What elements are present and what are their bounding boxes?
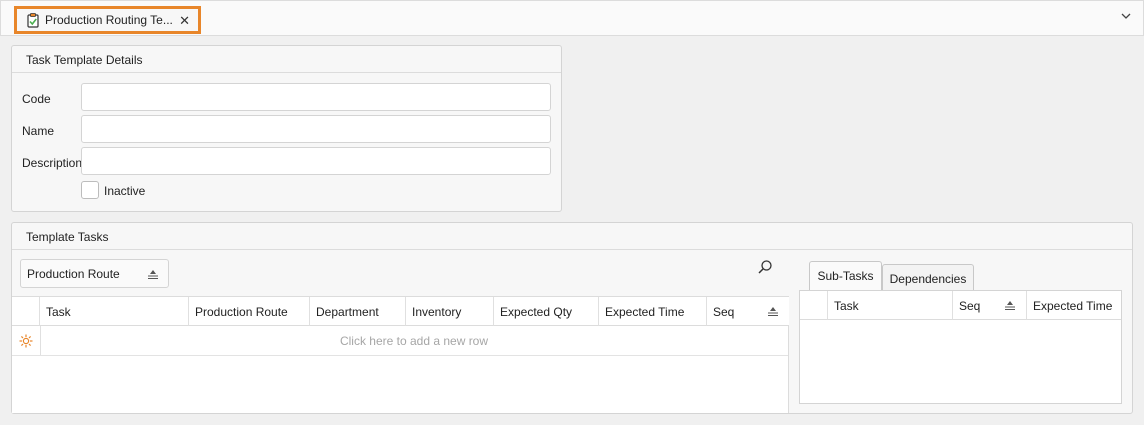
- template-tasks-header: Template Tasks: [12, 223, 1132, 250]
- group-by-production-route-button[interactable]: Production Route: [20, 259, 169, 288]
- sub-column-header-expected-time[interactable]: Expected Time: [1027, 291, 1121, 320]
- sort-ascending-icon: [767, 305, 779, 317]
- document-tab-production-routing[interactable]: Production Routing Te... ✕: [14, 6, 201, 34]
- column-header-expected-qty[interactable]: Expected Qty: [494, 297, 599, 326]
- row-indicator-header: [12, 297, 40, 326]
- sub-column-header-seq-label: Seq: [959, 299, 981, 313]
- description-label: Description: [22, 156, 83, 170]
- column-header-seq-label: Seq: [713, 305, 735, 319]
- column-header-department[interactable]: Department: [310, 297, 406, 326]
- task-template-details-group: Task Template Details Code Name Descript…: [11, 45, 562, 212]
- search-icon[interactable]: [757, 259, 773, 275]
- sub-row-indicator-header: [800, 291, 828, 320]
- code-label: Code: [22, 92, 51, 106]
- inactive-label: Inactive: [104, 184, 146, 198]
- sub-column-header-task[interactable]: Task: [828, 291, 953, 320]
- panel-splitter[interactable]: [789, 250, 797, 413]
- document-tab-title: Production Routing Te...: [45, 13, 173, 27]
- description-input[interactable]: [81, 147, 551, 175]
- column-header-production-route[interactable]: Production Route: [189, 297, 310, 326]
- column-header-task[interactable]: Task: [40, 297, 189, 326]
- task-template-details-header: Task Template Details: [12, 46, 561, 73]
- template-tasks-group: Template Tasks Production Route Task Pro…: [11, 222, 1133, 414]
- name-label: Name: [22, 124, 55, 138]
- close-icon[interactable]: ✕: [179, 13, 190, 29]
- new-row-sun-icon: [19, 334, 33, 348]
- sort-ascending-icon: [1004, 299, 1016, 311]
- sub-tasks-grid: Task Seq Expected Time: [799, 290, 1122, 404]
- clipboard-check-icon: [27, 12, 39, 28]
- column-header-seq[interactable]: Seq: [707, 297, 789, 326]
- new-item-row[interactable]: Click here to add a new row: [12, 326, 788, 356]
- sort-ascending-icon: [147, 268, 159, 280]
- new-row-hint: Click here to add a new row: [339, 334, 489, 348]
- tab-sub-tasks[interactable]: Sub-Tasks: [809, 261, 882, 291]
- tab-dependencies[interactable]: Dependencies: [882, 264, 974, 291]
- inactive-checkbox[interactable]: [81, 181, 99, 199]
- template-tasks-grid: Task Production Route Department Invento…: [12, 296, 789, 413]
- group-by-label: Production Route: [27, 266, 120, 281]
- column-header-expected-time[interactable]: Expected Time: [599, 297, 707, 326]
- chevron-down-icon[interactable]: [1118, 8, 1134, 24]
- column-header-inventory[interactable]: Inventory: [406, 297, 494, 326]
- sub-column-header-seq[interactable]: Seq: [953, 291, 1027, 320]
- code-input[interactable]: [81, 83, 551, 111]
- name-input[interactable]: [81, 115, 551, 143]
